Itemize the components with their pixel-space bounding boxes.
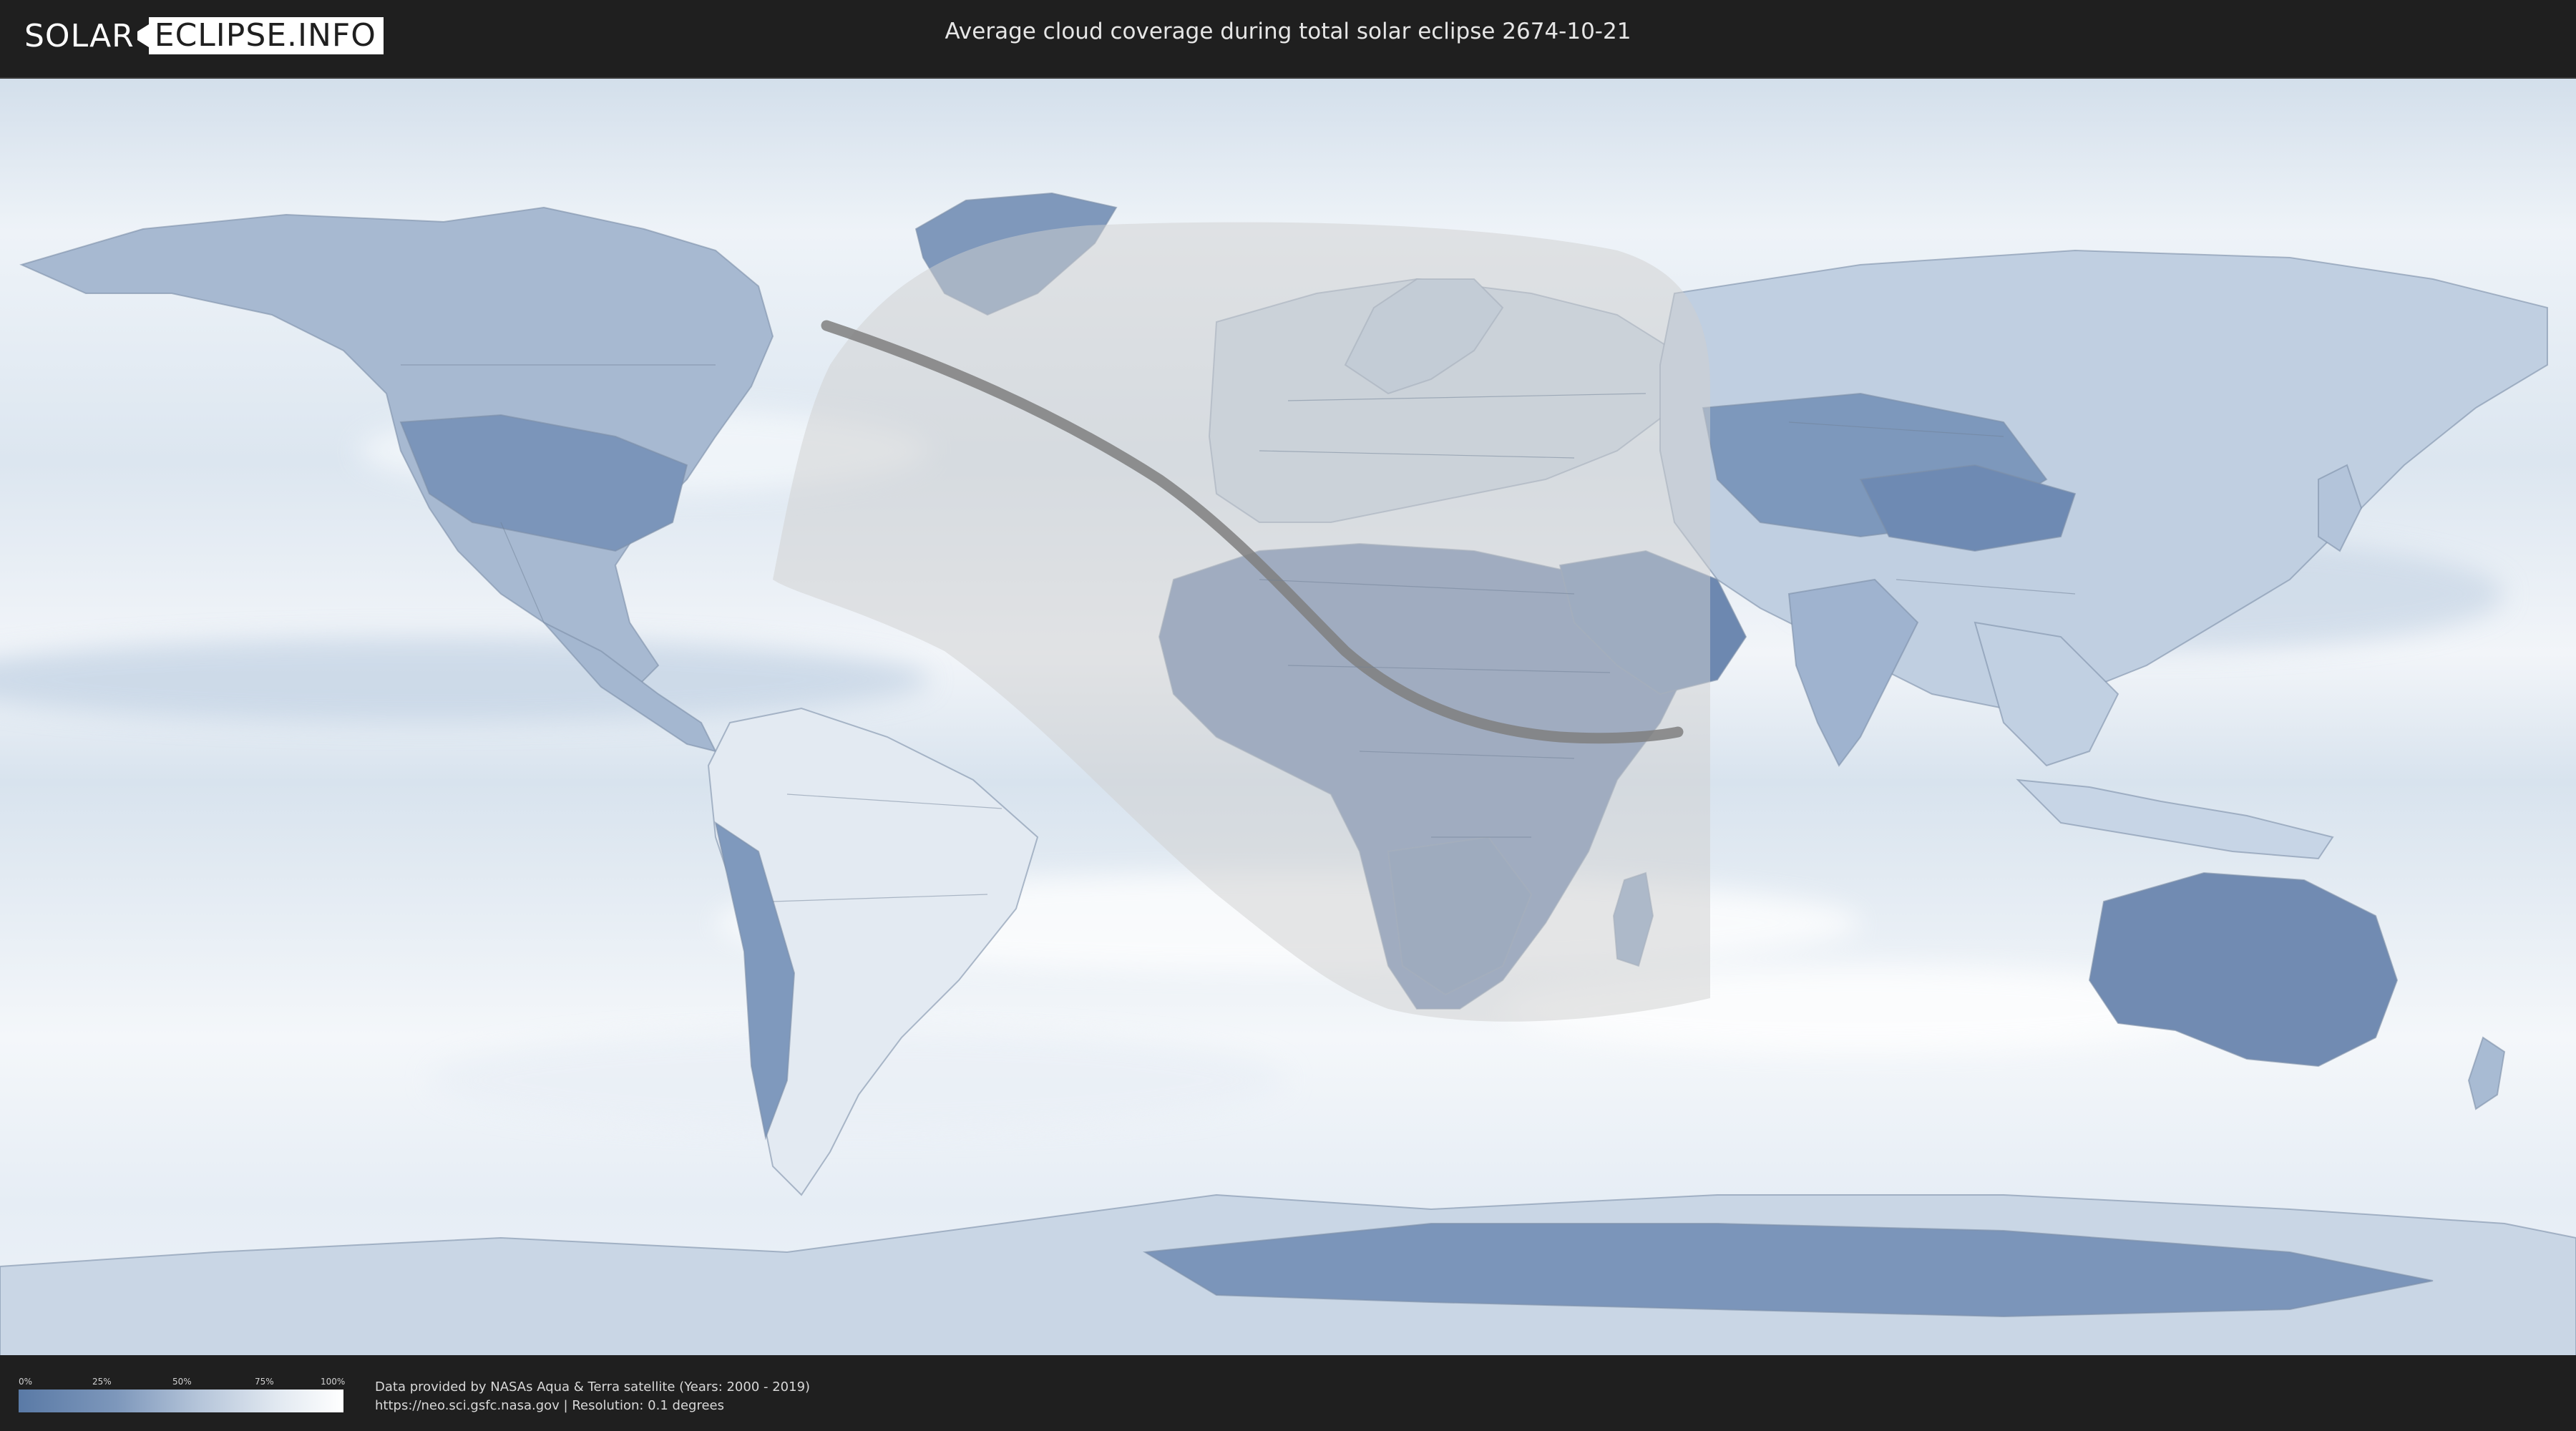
page: SOLAR ECLIPSE.INFO Average cloud coverag… bbox=[0, 0, 2576, 1431]
data-credits: Data provided by NASAs Aqua & Terra sate… bbox=[375, 1378, 810, 1415]
footer-bar: 0% 25% 50% 75% 100% Data provided by NAS… bbox=[0, 1359, 2576, 1431]
credits-line-1: Data provided by NASAs Aqua & Terra sate… bbox=[375, 1379, 811, 1395]
cloud-coverage-map[interactable] bbox=[0, 77, 2576, 1355]
legend-tick-25: 25% bbox=[92, 1377, 112, 1387]
legend-tick-0: 0% bbox=[19, 1377, 33, 1387]
page-title: Average cloud coverage during total sola… bbox=[945, 19, 1631, 44]
legend-tick-50: 50% bbox=[172, 1377, 192, 1387]
legend-color-bar bbox=[19, 1390, 343, 1412]
legend-tick-100: 100% bbox=[321, 1377, 346, 1387]
legend-ticks: 0% 25% 50% 75% 100% bbox=[19, 1375, 346, 1390]
cloud-coverage-legend: 0% 25% 50% 75% 100% bbox=[19, 1375, 346, 1412]
credits-line-2: https://neo.sci.gsfc.nasa.gov | Resoluti… bbox=[375, 1398, 724, 1413]
world-map-svg bbox=[0, 79, 2576, 1355]
header-bar: SOLAR ECLIPSE.INFO Average cloud coverag… bbox=[0, 0, 2576, 72]
legend-tick-75: 75% bbox=[255, 1377, 274, 1387]
